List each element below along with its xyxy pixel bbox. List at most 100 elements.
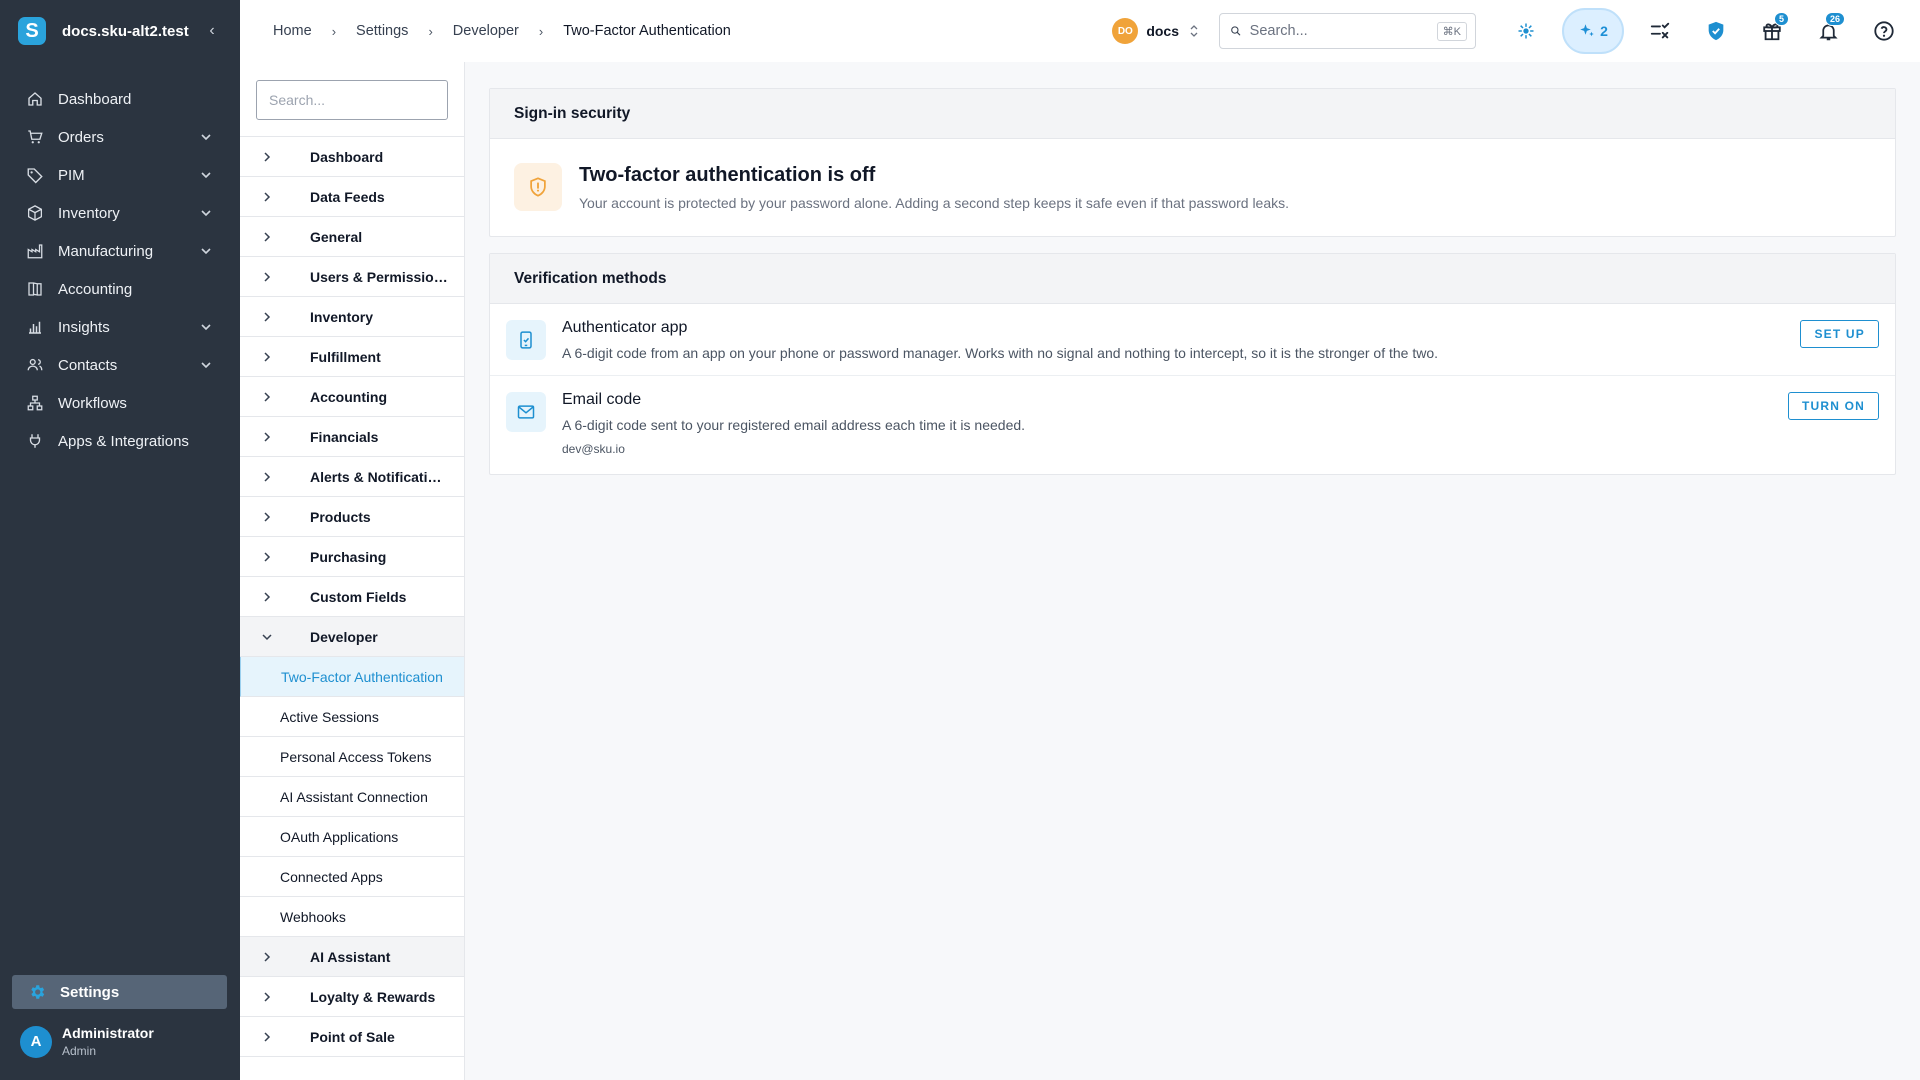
tag-icon	[26, 166, 44, 184]
twofa-status-description: Your account is protected by your passwo…	[579, 194, 1290, 211]
settings-search-input[interactable]	[256, 80, 448, 120]
sidebar-item-manufacturing[interactable]: Manufacturing	[0, 232, 240, 270]
chevron-right-icon	[264, 1031, 271, 1042]
settings-group-fulfillment[interactable]: Fulfillment	[240, 337, 464, 377]
gift-badge: 5	[1773, 12, 1789, 26]
settings-group-custom-fields[interactable]: Custom Fields	[240, 577, 464, 617]
settings-item-ai-assistant-connection[interactable]: AI Assistant Connection	[240, 777, 464, 817]
settings-item-oauth-applications[interactable]: OAuth Applications	[240, 817, 464, 857]
settings-item-active-sessions[interactable]: Active Sessions	[240, 697, 464, 737]
breadcrumb-home[interactable]: Home	[273, 23, 312, 39]
settings-item-label: Connected Apps	[280, 868, 383, 885]
sidebar-item-orders[interactable]: Orders	[0, 118, 240, 156]
help-icon	[1874, 21, 1894, 41]
chevron-right-icon	[264, 991, 271, 1002]
settings-group-users-permissions[interactable]: Users & Permissions	[240, 257, 464, 297]
chevron-right-icon	[264, 271, 271, 282]
sparkle-icon	[1580, 24, 1594, 37]
turn-on-email-code-button[interactable]: TURN ON	[1787, 392, 1879, 420]
settings-group-financials[interactable]: Financials	[240, 417, 464, 457]
sidebar-item-label: Contacts	[58, 356, 118, 374]
twofa-status-title: Two-factor authentication is off	[579, 163, 876, 186]
factory-icon	[26, 242, 44, 260]
settings-group-dashboard[interactable]: Dashboard	[240, 137, 464, 177]
settings-group-accounting[interactable]: Accounting	[240, 377, 464, 417]
chevron-down-icon	[201, 172, 211, 179]
settings-group-label: Purchasing	[310, 548, 387, 565]
notifications-button[interactable]: 26	[1808, 11, 1848, 51]
sidebar-item-pim[interactable]: PIM	[0, 156, 240, 194]
phone-icon	[506, 320, 546, 360]
sidebar-item-settings[interactable]: Settings	[12, 975, 227, 1009]
settings-group-inventory[interactable]: Inventory	[240, 297, 464, 337]
chevron-right-icon	[264, 191, 271, 202]
verification-methods-card: Verification methods Authenticator app A…	[489, 253, 1896, 475]
method-title: Email code	[562, 391, 642, 408]
settings-group-general[interactable]: General	[240, 217, 464, 257]
chevron-down-icon	[201, 248, 211, 255]
top-bar: Home › Settings › Developer › Two-Factor…	[240, 0, 1920, 62]
breadcrumb-settings[interactable]: Settings	[356, 23, 408, 39]
settings-group-label: Accounting	[310, 388, 387, 405]
sidebar-item-apps-integrations[interactable]: Apps & Integrations	[0, 422, 240, 460]
settings-group-ai-assistant[interactable]: AI Assistant	[240, 937, 464, 977]
settings-group-label: Fulfillment	[310, 348, 381, 365]
integrations-status-button[interactable]	[1506, 11, 1546, 51]
ai-assistant-button[interactable]: 2	[1562, 8, 1624, 54]
chevron-right-icon: ›	[428, 23, 433, 39]
sidebar-item-workflows[interactable]: Workflows	[0, 384, 240, 422]
settings-group-data-feeds[interactable]: Data Feeds	[240, 177, 464, 217]
settings-group-developer[interactable]: Developer	[240, 617, 464, 657]
workspace-name[interactable]: docs.sku-alt2.test	[62, 23, 202, 40]
org-switcher[interactable]: DO docs	[1112, 18, 1199, 44]
sidebar-item-inventory[interactable]: Inventory	[0, 194, 240, 232]
mail-icon	[506, 392, 546, 432]
contacts-icon	[26, 356, 44, 374]
collapse-sidebar-button[interactable]: ‹	[202, 22, 222, 40]
help-button[interactable]	[1864, 11, 1904, 51]
brand-logo[interactable]: S	[18, 17, 46, 45]
chevron-down-icon	[262, 633, 272, 640]
settings-group-label: Loyalty & Rewards	[310, 988, 436, 1005]
settings-group-label: General	[310, 228, 363, 245]
method-description: A 6-digit code from an app on your phone…	[562, 345, 1439, 361]
settings-group-point-of-sale[interactable]: Point of Sale	[240, 1017, 464, 1057]
settings-item-webhooks[interactable]: Webhooks	[240, 897, 464, 937]
method-authenticator-app: Authenticator app A 6-digit code from an…	[490, 304, 1895, 376]
method-title: Authenticator app	[562, 319, 688, 336]
settings-item-two-factor-authentication[interactable]: Two-Factor Authentication	[240, 657, 464, 697]
tasks-button[interactable]	[1640, 11, 1680, 51]
org-name: docs	[1146, 23, 1179, 39]
sidebar-item-insights[interactable]: Insights	[0, 308, 240, 346]
settings-group-loyalty-rewards[interactable]: Loyalty & Rewards	[240, 977, 464, 1017]
setup-authenticator-button[interactable]: SET UP	[1800, 320, 1879, 348]
global-search[interactable]: ⌘K	[1219, 13, 1476, 49]
user-role: Admin	[62, 1044, 97, 1058]
app-sidebar: S docs.sku-alt2.test ‹ Dashboard Orders PI…	[0, 0, 240, 1080]
settings-group-alerts-notifications[interactable]: Alerts & Notifications	[240, 457, 464, 497]
whats-new-button[interactable]: 5	[1752, 11, 1792, 51]
sidebar-item-accounting[interactable]: Accounting	[0, 270, 240, 308]
chevron-right-icon	[264, 951, 271, 962]
settings-group-label: Point of Sale	[310, 1028, 395, 1045]
cart-icon	[26, 128, 44, 146]
settings-group-label: Products	[310, 508, 371, 525]
settings-group-purchasing[interactable]: Purchasing	[240, 537, 464, 577]
breadcrumb-developer[interactable]: Developer	[453, 23, 519, 39]
sidebar-item-dashboard[interactable]: Dashboard	[0, 80, 240, 118]
shield-alert-icon	[514, 163, 562, 211]
settings-group-products[interactable]: Products	[240, 497, 464, 537]
user-profile[interactable]: A Administrator Admin	[20, 1025, 154, 1058]
sidebar-item-contacts[interactable]: Contacts	[0, 346, 240, 384]
search-input[interactable]	[1249, 23, 1437, 39]
settings-group-label: Inventory	[310, 308, 374, 325]
settings-item-connected-apps[interactable]: Connected Apps	[240, 857, 464, 897]
settings-item-personal-access-tokens[interactable]: Personal Access Tokens	[240, 737, 464, 777]
sidebar-item-label: Manufacturing	[58, 242, 154, 260]
settings-group-label: Users & Permissions	[310, 268, 450, 285]
security-button[interactable]	[1696, 11, 1736, 51]
method-description: A 6-digit code sent to your registered e…	[562, 417, 1026, 433]
chevron-down-icon	[201, 324, 211, 331]
search-icon	[1231, 26, 1241, 36]
settings-item-label: Personal Access Tokens	[280, 748, 432, 765]
